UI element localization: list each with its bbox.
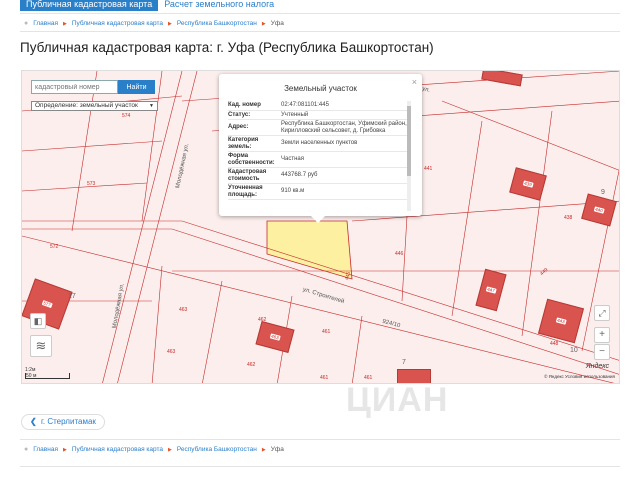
plot-label: 463: [179, 307, 188, 313]
plot-label: 439: [522, 180, 534, 188]
plot-label: 441: [424, 166, 433, 172]
detail-row: Кадастровая стоимость 443768.7 руб: [228, 168, 408, 184]
top-tabs: Публичная кадастровая карта Расчет земел…: [20, 0, 280, 11]
object-type-select[interactable]: Определение: земельный участок ▼: [31, 101, 158, 111]
breadcrumb: ● Главная ▶ Публичная кадастровая карта …: [24, 20, 284, 27]
house-number: 9: [601, 189, 605, 196]
breadcrumb-home[interactable]: Главная: [33, 20, 58, 27]
detail-key: Кадастровая стоимость: [228, 169, 267, 182]
breadcrumb-current: Уфа: [270, 446, 284, 453]
yandex-logo: Яндекс: [585, 363, 609, 370]
plot-label: 448: [550, 341, 559, 347]
chevron-down-icon: ▼: [149, 103, 154, 109]
scrollbar-thumb[interactable]: [407, 106, 411, 176]
close-icon[interactable]: ×: [412, 77, 417, 87]
zoom-in-button[interactable]: +: [594, 327, 610, 343]
detail-key: Категория земель:: [228, 137, 259, 150]
plot-label: 462: [258, 317, 267, 323]
breadcrumb-separator-icon: ▶: [261, 20, 266, 27]
breadcrumb-cadastral-map[interactable]: Публичная кадастровая карта: [72, 446, 163, 453]
detail-value: 910 кв.м: [281, 188, 305, 195]
detail-key: Уточненная площадь:: [228, 185, 263, 198]
back-link-label: г. Стерлитамак: [40, 417, 96, 426]
detail-value: Республика Башкортостан, Уфимский район,…: [281, 121, 407, 134]
breadcrumb-separator-icon: ▶: [261, 446, 266, 453]
plot-label: 463: [269, 333, 281, 341]
plot-info-popup: Земельный участок × Кад. номер 02:47:0811…: [219, 74, 422, 223]
detail-key: Статус:: [228, 111, 251, 118]
breadcrumb-cadastral-map[interactable]: Публичная кадастровая карта: [72, 20, 163, 27]
plot-label: 573: [87, 181, 96, 187]
breadcrumb-separator-icon: ▶: [62, 446, 67, 453]
back-link[interactable]: ❮ г. Стерлитамак: [21, 414, 105, 430]
detail-row: Адрес: Республика Башкортостан, Уфимский …: [228, 120, 408, 136]
detail-row: Кад. номер 02:47:081101:445: [228, 101, 408, 111]
fullscreen-icon[interactable]: ⤢: [594, 305, 610, 321]
select-value: Определение: земельный участок: [35, 102, 138, 109]
breadcrumb-region[interactable]: Республика Башкортостан: [177, 446, 257, 453]
cadastral-number-input[interactable]: [31, 80, 118, 94]
location-pin-icon: ●: [24, 20, 29, 27]
tab-cadastral-map[interactable]: Публичная кадастровая карта: [20, 0, 159, 11]
breadcrumb-region[interactable]: Республика Башкортостан: [177, 20, 257, 27]
plot-label: 447: [485, 286, 497, 294]
breadcrumb-home[interactable]: Главная: [33, 446, 58, 453]
house-number: 7: [402, 359, 406, 366]
popup-title: Земельный участок: [284, 84, 357, 93]
breadcrumb-separator-icon: ▶: [168, 20, 172, 27]
popup-details: Кад. номер 02:47:081101:445 Статус: Учтенн…: [228, 101, 408, 211]
plot-label: 574: [122, 113, 131, 119]
detail-key: Адрес:: [228, 124, 249, 131]
divider: [20, 439, 620, 440]
layers-icon[interactable]: ≋: [30, 335, 52, 357]
location-pin-icon: ●: [24, 446, 29, 453]
detail-key: Кад. номер: [228, 102, 261, 108]
house-number: 10: [570, 347, 578, 354]
plot-label: 438: [564, 215, 573, 221]
plot-label: 443: [555, 317, 567, 325]
plot-label: 440: [593, 206, 605, 214]
fullscreen-left-icon[interactable]: ◧: [30, 313, 46, 329]
plot-label: 572: [50, 244, 59, 250]
detail-value: Частная: [281, 156, 304, 163]
map-copyright[interactable]: © Яндекс Условия использования: [544, 374, 615, 379]
detail-value: 443768.7 руб: [281, 172, 318, 179]
detail-value: Земли населенных пунктов: [281, 140, 358, 147]
plot-label: 461: [320, 375, 329, 381]
detail-row: Категория земель: Земли населенных пункто…: [228, 136, 408, 152]
selected-plot[interactable]: [266, 220, 353, 280]
cadastral-search: Найти: [31, 80, 155, 94]
plot-label: 462: [247, 362, 256, 368]
popup-scrollbar[interactable]: [407, 101, 411, 211]
breadcrumb-bottom: ● Главная ▶ Публичная кадастровая карта …: [24, 446, 284, 453]
detail-key: Форма собственности:: [228, 153, 275, 166]
detail-value: Учтенный: [281, 111, 309, 118]
plot-label: 577: [41, 300, 53, 308]
page-title: Публичная кадастровая карта: г. Уфа (Рес…: [20, 40, 434, 55]
map-scale: 1:2м 50 м: [25, 367, 70, 379]
watermark: ЦИАН: [346, 381, 449, 419]
divider: [20, 13, 620, 14]
plot-label: 461: [322, 329, 331, 335]
detail-row: Уточненная площадь: 910 кв.м: [228, 184, 408, 200]
divider: [20, 31, 620, 32]
find-button[interactable]: Найти: [118, 80, 155, 94]
breadcrumb-current: Уфа: [270, 20, 284, 27]
chevron-left-icon: ❮: [30, 417, 37, 426]
detail-row: Форма собственности: Частная: [228, 152, 408, 168]
plot-label: 463: [167, 349, 176, 355]
breadcrumb-separator-icon: ▶: [168, 446, 172, 453]
breadcrumb-separator-icon: ▶: [62, 20, 67, 27]
plot-label: 446: [395, 251, 404, 257]
scale-label: 50 м: [26, 373, 37, 379]
house-number: 17: [68, 293, 76, 300]
tab-land-tax[interactable]: Расчет земельного налога: [158, 0, 280, 11]
scale-bar: 50 м: [25, 373, 70, 379]
detail-value: 02:47:081101:445: [281, 102, 329, 108]
zoom-out-button[interactable]: −: [594, 344, 610, 360]
detail-row: Статус: Учтенный: [228, 111, 408, 120]
cadastral-map[interactable]: 577 463 447 443 439 440 574 573 572 463 …: [21, 70, 620, 384]
divider: [20, 466, 620, 467]
